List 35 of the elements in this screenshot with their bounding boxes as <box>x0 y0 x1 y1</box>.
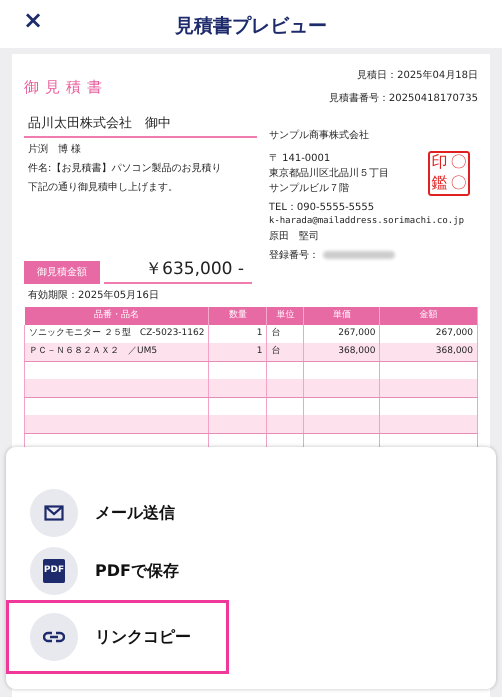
table-cell: 台 <box>266 343 304 361</box>
document-title: 御見積書 <box>24 77 108 98</box>
contact-line: 原田 堅司 <box>268 230 320 244</box>
customer-name: 品川太田株式会社 御中 <box>24 114 257 138</box>
email-text: k-harada@mailaddress.sorimachi.co.jp <box>268 215 465 228</box>
pdf-icon: PDF <box>43 559 65 583</box>
meta-text: 見積書番号：20250418170735 <box>328 92 478 106</box>
address-line: サンプルビル７階 <box>268 182 350 196</box>
page-title: 見積書プレビュー <box>175 14 327 39</box>
table-cell: ＰＣ－Ｎ６８２ＡＸ２ ／UM5 <box>24 343 209 361</box>
close-button[interactable]: × <box>18 6 48 34</box>
table-cell: 368,000 <box>380 343 478 361</box>
subject-text: 件名:【お見積書】パソコン製品のお見積り <box>27 162 222 176</box>
meta-text: 見積日：2025年04月18日 <box>356 68 478 83</box>
valid-until: 有効期限：2025年05月16日 <box>27 288 160 303</box>
table-cell: 1 <box>208 343 267 361</box>
address-line: 東京都品川区北品川５丁目 <box>268 166 389 181</box>
address-line: 〒 141-0001 <box>268 152 332 166</box>
link-icon <box>43 631 65 643</box>
column-header: 品番・品名 <box>24 307 209 325</box>
action-item[interactable]: リンクコピー <box>6 600 229 674</box>
intro-text: 下記の通り御見積申し上げます。 <box>27 180 179 194</box>
mail-icon <box>44 505 64 521</box>
contact-name: 片渕 博 様 <box>27 142 82 156</box>
registration-label: 登録番号： <box>268 248 319 262</box>
column-header: 数量 <box>208 307 267 325</box>
column-header: 単位 <box>266 307 304 325</box>
issuer-company: サンプル商事株式会社 <box>268 128 370 143</box>
contact-line: TEL：090-5555-5555 <box>268 201 376 215</box>
column-header: 単価 <box>304 307 380 325</box>
seal-stamp: 印 〇 鑑 〇 <box>428 151 470 196</box>
total-amount: ￥635,000 - <box>104 256 252 284</box>
column-header: 金額 <box>380 307 478 325</box>
total-label: 御見積金額 <box>24 261 100 284</box>
table-cell: 368,000 <box>304 343 380 361</box>
